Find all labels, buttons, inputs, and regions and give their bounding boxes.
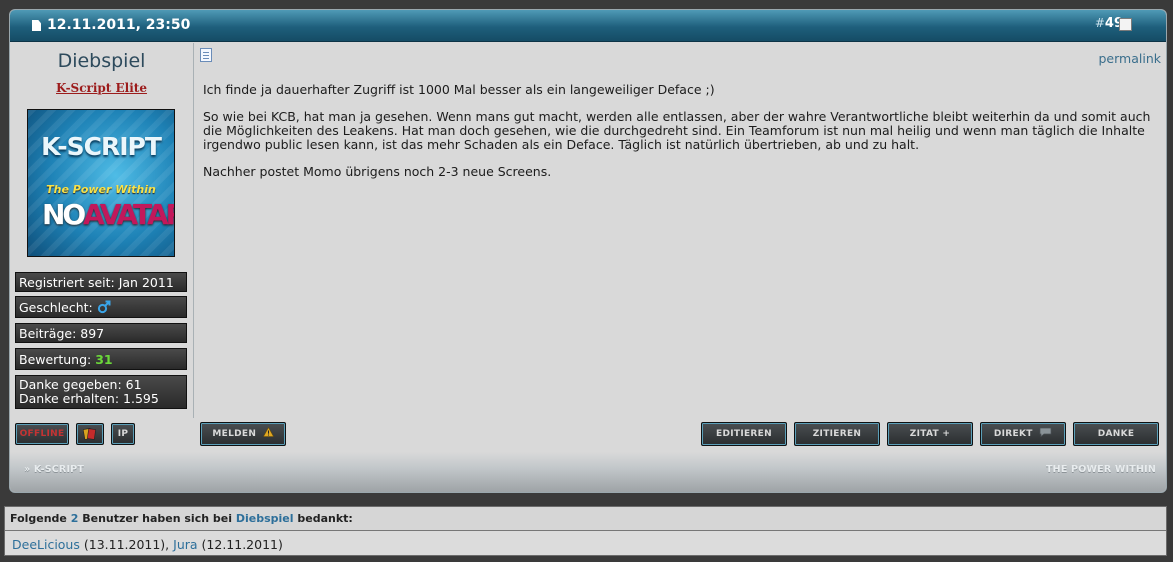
user-title[interactable]: K-Script Elite [10,81,193,95]
thanks-button[interactable]: DANKE [1073,422,1159,446]
post-header: 12.11.2011, 23:50 #49 [10,10,1166,42]
stat-rating-label: Bewertung: [19,352,92,367]
user-sidebar: Diebspiel K-Script Elite K-SCRIPT The Po… [10,43,194,418]
thanks-user-link[interactable]: Diebspiel [236,512,294,525]
thanks-suffix: bedankt: [297,512,353,525]
direct-reply-button[interactable]: DIREKT [980,422,1066,446]
report-button-label: MELDEN [212,429,257,439]
edit-button[interactable]: EDITIEREN [701,422,787,446]
offline-status-button[interactable]: OFFLINE [15,423,69,445]
message-paragraph: Nachher postet Momo übrigens noch 2-3 ne… [203,164,552,179]
footer-right-text: THE POWER WITHIN [1046,464,1156,475]
male-icon [97,300,111,314]
stat-rating-value: 31 [95,352,113,367]
thanks-middle: Benutzer haben sich bei [82,512,232,525]
warning-icon [262,426,274,437]
permalink-link[interactable]: permalink [1099,51,1162,66]
post-footer-bar: » K-SCRIPT THE POWER WITHIN [10,452,1166,492]
avatar-no-text: NO [42,198,86,231]
post-number-hash: # [1094,16,1105,30]
thanks-list: DeeLicious (13.11.2011), Jura (12.11.201… [12,537,283,552]
cards-icon [82,428,96,440]
stat-rating: Bewertung: 31 [15,348,187,370]
post-content: permalink Ich finde ja dauerhafter Zugri… [194,43,1166,418]
document-icon [32,20,41,31]
avatar-tagline: The Power Within [46,183,156,196]
stat-thanks-received: Danke erhalten: 1.595 [19,391,159,406]
thanks-count: 2 [70,512,79,525]
stat-gender: Geschlecht: [15,296,187,318]
stat-gender-label: Geschlecht: [19,300,93,315]
post-select-checkbox[interactable] [1119,18,1132,31]
avatar-avatar-text: AVATAR [83,198,175,231]
message-icon [200,48,212,62]
footer-left-text: » K-SCRIPT [24,464,85,475]
quote-button[interactable]: ZITIEREN [794,422,880,446]
message-body: Ich finde ja dauerhafter Zugriff ist 100… [203,83,1153,192]
message-paragraph: Ich finde ja dauerhafter Zugriff ist 100… [203,82,715,97]
thanks-prefix: Folgende [10,512,67,525]
thanks-header: Folgende 2 Benutzer haben sich bei Diebs… [5,507,1166,531]
ip-button[interactable]: IP [111,423,135,445]
warn-card-button[interactable] [76,423,104,445]
stat-thanks-given: Danke gegeben: 61 [19,377,142,392]
avatar: K-SCRIPT The Power Within NO AVATAR [27,109,175,257]
username[interactable]: Diebspiel [10,50,193,72]
avatar-logo-text: K-SCRIPT [41,132,162,161]
thanker-link[interactable]: DeeLicious [12,537,80,552]
thanker-date: (13.11.2011), [83,537,170,552]
stat-posts: Beiträge: 897 [15,323,187,343]
thanker-date: (12.11.2011) [201,537,283,552]
post-date: 12.11.2011, 23:50 [47,17,191,33]
direct-reply-label: DIREKT [993,429,1033,439]
speech-bubble-icon [1039,427,1052,438]
thanker-link[interactable]: Jura [173,537,197,552]
stat-thanks: Danke gegeben: 61 Danke erhalten: 1.595 [15,375,187,409]
report-button[interactable]: MELDEN [200,422,286,446]
multi-quote-button[interactable]: ZITAT + [887,422,973,446]
message-paragraph: So wie bei KCB, hat man ja gesehen. Wenn… [203,109,1151,152]
post-container: 12.11.2011, 23:50 #49 Diebspiel K-Script… [9,9,1167,493]
thanks-box: Folgende 2 Benutzer haben sich bei Diebs… [4,506,1167,556]
stat-registered: Registriert seit: Jan 2011 [15,272,187,292]
